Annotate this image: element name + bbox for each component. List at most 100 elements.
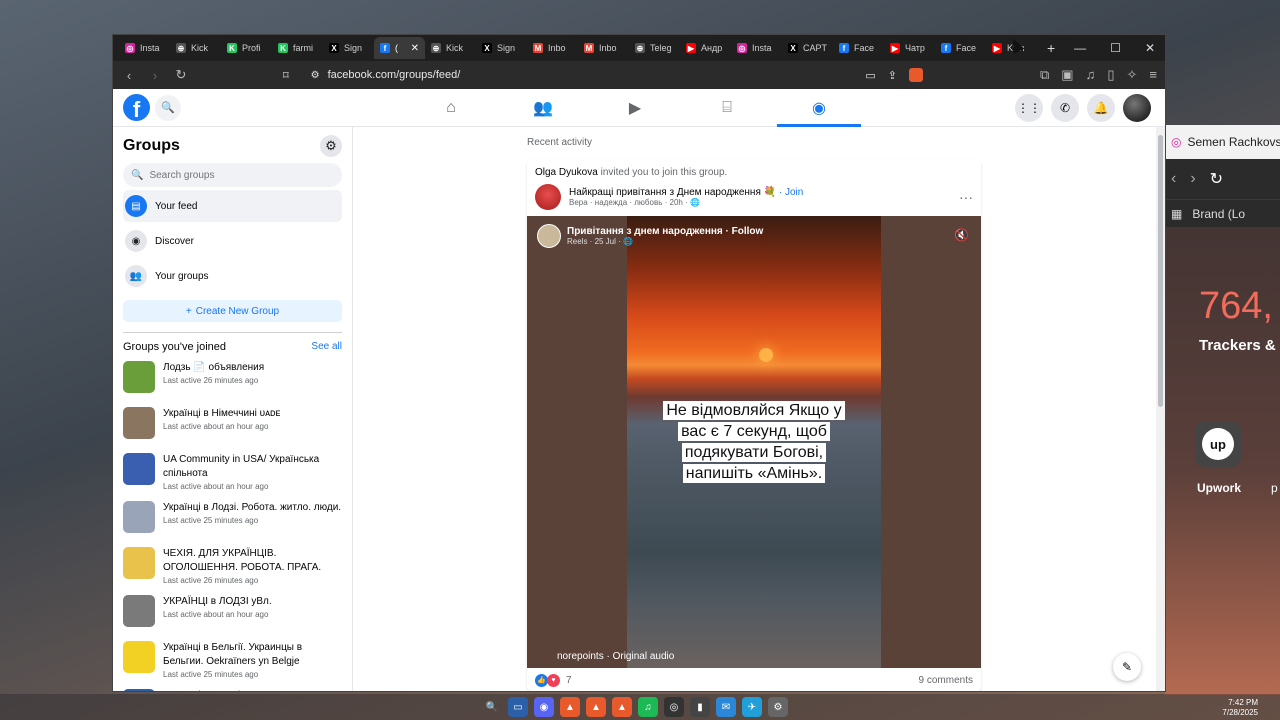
cast-icon[interactable]: ▭ [865, 69, 875, 82]
grid-icon[interactable]: ▦ [1171, 207, 1182, 221]
menu-icon[interactable]: ≡ [1149, 67, 1157, 83]
browser-tab[interactable]: ◎ Insta [731, 37, 782, 59]
compose-icon[interactable]: ✎ [1113, 653, 1141, 681]
bg-bookmark-item[interactable]: Brand (Lo [1192, 207, 1245, 221]
friends-icon[interactable]: 👥 [497, 89, 589, 127]
groups-icon[interactable]: ◉ [773, 89, 865, 127]
minimize-icon[interactable]: — [1074, 41, 1086, 55]
taskbar-app-icon[interactable]: ▲ [586, 697, 606, 717]
close-window-icon[interactable]: ✕ [1145, 41, 1155, 55]
sidebar-item-your-feed[interactable]: ▤ Your feed [123, 190, 342, 222]
sidebar-item-discover[interactable]: ◉ Discover [123, 225, 342, 257]
browser-tab[interactable]: X Sign [476, 37, 527, 59]
video-author-avatar[interactable] [537, 224, 561, 248]
forward-icon[interactable]: › [147, 68, 163, 83]
list-item[interactable]: Українці в Бельгії [123, 689, 342, 691]
sidebar-icon[interactable]: ▯ [1107, 67, 1114, 83]
address-bar[interactable]: ⌑ ⚙ facebook.com/groups/feed/ ▭ ⇪ [283, 68, 923, 82]
browser-tab[interactable]: ⊕ Kick [425, 37, 476, 59]
browser-tab[interactable]: ▶ Чатр [884, 37, 935, 59]
back-icon[interactable]: ‹ [1171, 170, 1176, 188]
taskbar-app-icon[interactable]: ✉ [716, 697, 736, 717]
browser-tab[interactable]: ◎ Insta [119, 37, 170, 59]
video-title[interactable]: Привітання з днем народження · Follow [567, 226, 763, 237]
browser-tab[interactable]: Kfarmi [272, 37, 323, 59]
close-tab-icon[interactable]: ✕ [411, 43, 419, 54]
mute-icon[interactable]: 🔇 [954, 228, 969, 242]
upwork-tile[interactable]: up [1195, 421, 1241, 467]
taskbar-app-icon[interactable]: ♫ [638, 697, 658, 717]
profile-avatar[interactable] [1123, 94, 1151, 122]
bookmark-icon[interactable]: ⌑ [283, 69, 289, 82]
scrollbar[interactable] [1156, 127, 1165, 691]
media-icon[interactable]: ♫ [1086, 67, 1096, 83]
list-item[interactable]: Українці в Бельгії. Украинцы в Бельгии. … [123, 641, 342, 681]
inviter-name[interactable]: Olga Dyukova [535, 167, 598, 178]
join-button[interactable]: · Join [779, 187, 803, 198]
taskbar-app-icon[interactable]: 🔍 [482, 697, 502, 717]
new-tab-button[interactable]: + [1047, 40, 1055, 56]
taskbar-app-icon[interactable]: ◎ [664, 697, 684, 717]
scrollbar-thumb[interactable] [1158, 135, 1163, 407]
browser-tab[interactable]: X Sign [323, 37, 374, 59]
sidebar-item-your-groups[interactable]: 👥 Your groups [123, 260, 342, 292]
browser-tab[interactable]: ⊕ Teleg [629, 37, 680, 59]
search-icon[interactable]: 🔍 [155, 94, 181, 121]
messenger-icon[interactable]: ✆ [1051, 94, 1079, 122]
search-groups-input[interactable] [149, 169, 320, 181]
browser-tab[interactable]: ⊕ Kick [170, 37, 221, 59]
group-search[interactable]: 🔍 [123, 163, 342, 187]
list-item[interactable]: УКРАЇНЦІ в ЛОДЗІ уВл. Last active about a… [123, 595, 342, 633]
taskbar-app-icon[interactable]: ▲ [612, 697, 632, 717]
browser-tab[interactable]: f (✕ [374, 37, 425, 59]
browser-tab[interactable]: M Inbo [578, 37, 629, 59]
comments-count[interactable]: 9 comments [919, 675, 973, 686]
browser-tab[interactable]: M Inbo [527, 37, 578, 59]
bg-window-titlebar[interactable]: ◎ Semen Rachkovsk [1165, 125, 1280, 159]
reload-icon[interactable]: ↻ [1210, 169, 1223, 189]
marketplace-icon[interactable]: ⌸ [681, 89, 773, 127]
create-group-button[interactable]: + Create New Group [123, 300, 342, 322]
list-item[interactable]: Лодзь 📄 объявления Last active 26 minutes… [123, 361, 342, 399]
wallet-icon[interactable]: ▣ [1061, 67, 1073, 83]
group-name-link[interactable]: Найкращі привітання з Днем народження 💐 [569, 187, 776, 198]
browser-tab[interactable]: f Face [935, 37, 986, 59]
gear-icon[interactable]: ⚙ [320, 135, 342, 157]
video-icon[interactable]: ▶ [589, 89, 681, 127]
site-info-icon[interactable]: ⚙ [311, 70, 320, 81]
browser-tab[interactable]: ▶ Андр [680, 37, 731, 59]
browser-tab[interactable]: K Profi [221, 37, 272, 59]
home-icon[interactable]: ⌂ [405, 89, 497, 127]
more-options-icon[interactable]: ··· [959, 189, 973, 205]
maximize-icon[interactable]: ☐ [1110, 41, 1121, 55]
browser-tab[interactable]: X CAPT [782, 37, 833, 59]
list-item[interactable]: UA Community in USA/ Українська спільнот… [123, 453, 342, 493]
taskbar-app-icon[interactable]: ▲ [560, 697, 580, 717]
leo-ai-icon[interactable]: ✧ [1127, 67, 1138, 83]
group-avatar[interactable] [535, 184, 561, 210]
forward-icon[interactable]: › [1190, 170, 1195, 188]
taskbar-clock[interactable]: 7:42 PM 7/28/2025 [1222, 698, 1258, 718]
facebook-logo-icon[interactable]: f [123, 94, 150, 121]
notifications-icon[interactable]: 🔔 [1087, 94, 1115, 122]
list-item[interactable]: Українці в Німеччині ᴜᴀᴅᴇ Last active abo… [123, 407, 342, 445]
taskbar-app-icon[interactable]: ✈ [742, 697, 762, 717]
reload-icon[interactable]: ↻ [173, 67, 189, 83]
reactions[interactable]: 👍 ♥ 7 [535, 673, 572, 687]
list-item[interactable]: Українці в Лодзі. Робота. житло. люди. La… [123, 501, 342, 539]
taskbar-app-icon[interactable]: ▭ [508, 697, 528, 717]
share-icon[interactable]: ⇪ [888, 69, 897, 82]
brave-shields-icon[interactable] [909, 68, 923, 82]
audio-label[interactable]: norepoints · Original audio [557, 651, 674, 662]
taskbar-app-icon[interactable]: ⚙ [768, 697, 788, 717]
see-all-link[interactable]: See all [311, 341, 342, 353]
url-text[interactable]: facebook.com/groups/feed/ [328, 69, 461, 81]
browser-tab[interactable]: f Face [833, 37, 884, 59]
back-icon[interactable]: ‹ [121, 68, 137, 83]
menu-grid-icon[interactable]: ⋮⋮ [1015, 94, 1043, 122]
list-item[interactable]: ЧЕХІЯ. ДЛЯ УКРАЇНЦІВ. ОГОЛОШЕННЯ. РОБОТА… [123, 547, 342, 587]
taskbar-app-icon[interactable]: ▮ [690, 697, 710, 717]
reel-video[interactable]: Не відмовляйся Якщо у вас є 7 секунд, що… [527, 216, 981, 668]
taskbar-app-icon[interactable]: ◉ [534, 697, 554, 717]
extensions-icon[interactable]: ⧉ [1040, 67, 1049, 83]
